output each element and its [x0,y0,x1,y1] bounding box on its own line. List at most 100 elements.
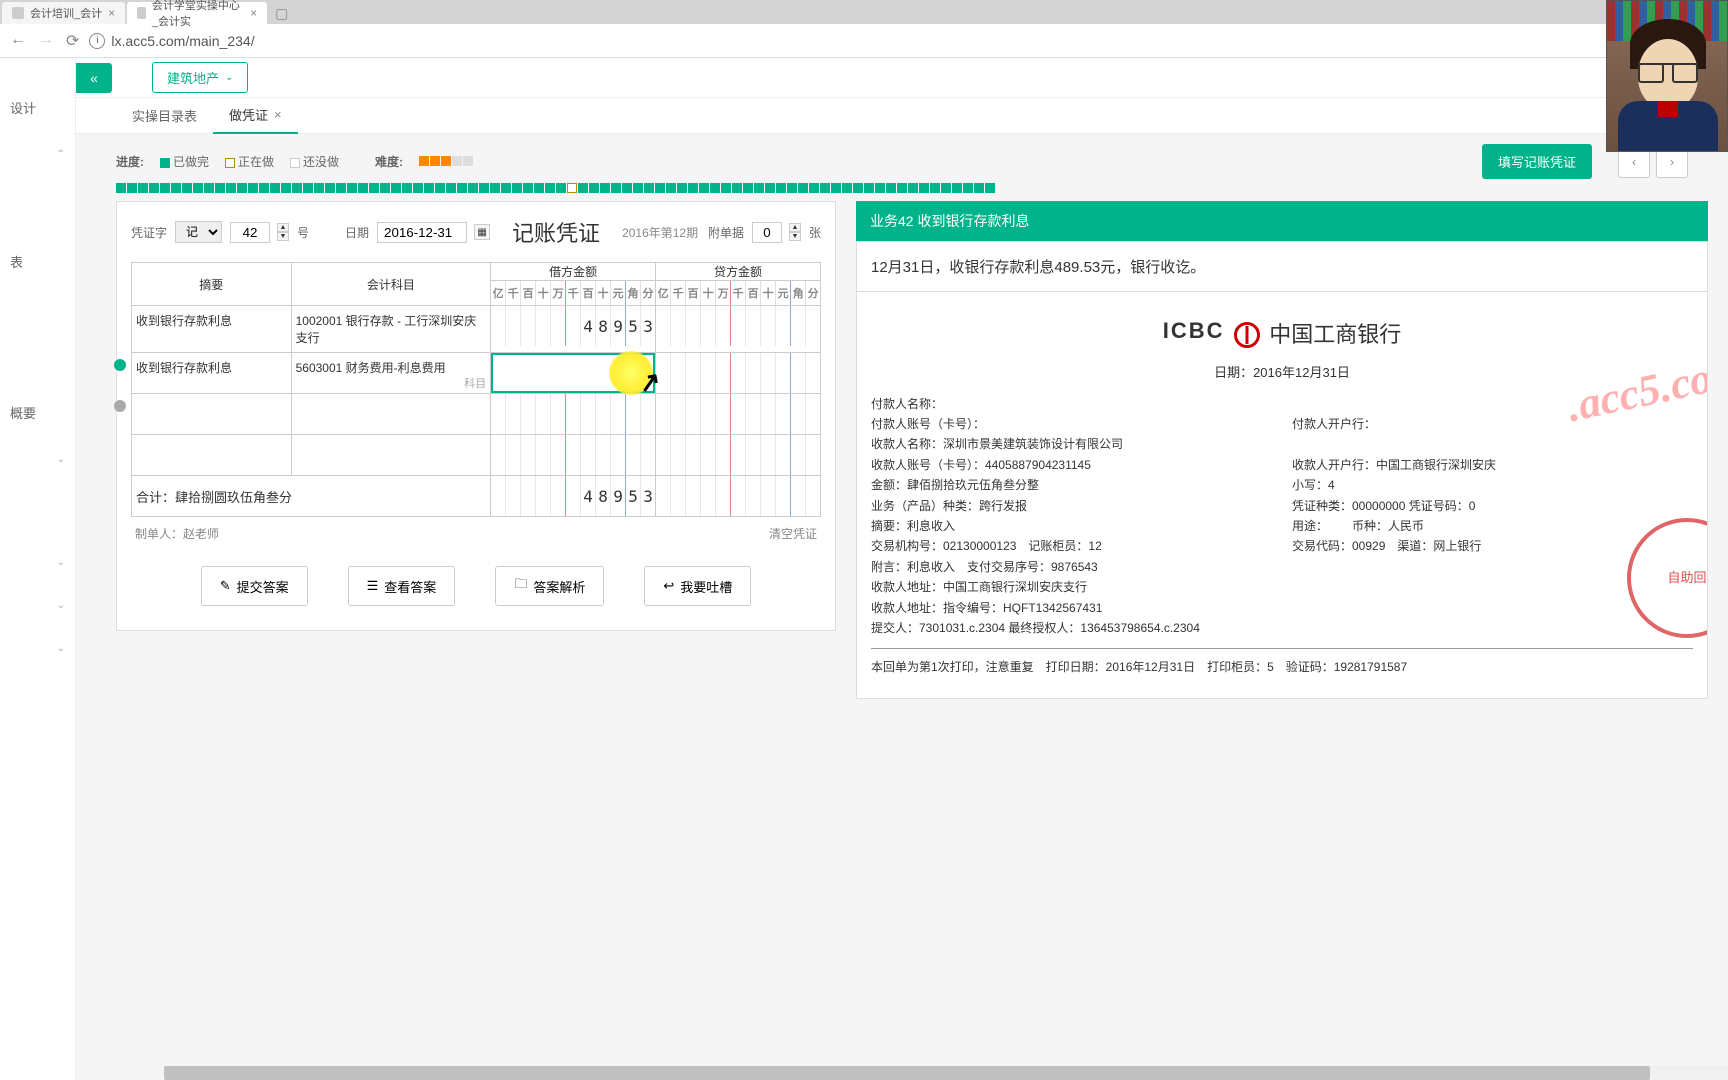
progress-cell[interactable] [754,183,764,193]
progress-cell[interactable] [468,183,478,193]
progress-cell[interactable] [677,183,687,193]
summary-cell[interactable] [132,394,292,435]
credit-cell[interactable] [656,353,821,394]
progress-cell[interactable] [655,183,665,193]
fill-voucher-button[interactable]: 填写记账凭证 [1482,144,1592,179]
progress-cell[interactable] [853,183,863,193]
progress-cell[interactable] [732,183,742,193]
progress-cell[interactable] [831,183,841,193]
progress-cell[interactable] [182,183,192,193]
progress-cell[interactable] [787,183,797,193]
browser-tab-1[interactable]: 会计培训_会计 × [2,2,125,24]
progress-cell[interactable] [710,183,720,193]
sidebar-item[interactable]: ⌄ [0,438,75,481]
progress-cell[interactable] [908,183,918,193]
progress-cell[interactable] [490,183,500,193]
progress-cell[interactable] [479,183,489,193]
account-cell[interactable] [291,435,491,476]
progress-cell[interactable] [501,183,511,193]
sidebar-item[interactable]: ⌄ [0,584,75,627]
summary-cell[interactable] [132,435,292,476]
progress-cell[interactable] [985,183,995,193]
progress-cell[interactable] [776,183,786,193]
progress-cell[interactable] [248,183,258,193]
debit-cell[interactable] [491,394,656,435]
sidebar-item[interactable]: ⌄ [0,627,75,670]
progress-cell[interactable] [138,183,148,193]
progress-cell[interactable] [567,183,577,193]
forward-icon[interactable]: → [38,31,54,51]
sidebar-item[interactable]: 表 [0,236,75,287]
view-answer-button[interactable]: ☰查看答案 [348,566,456,606]
progress-cell[interactable] [919,183,929,193]
credit-cell[interactable] [656,435,821,476]
progress-cell[interactable] [512,183,522,193]
progress-cell[interactable] [413,183,423,193]
progress-cell[interactable] [534,183,544,193]
progress-cell[interactable] [578,183,588,193]
progress-cell[interactable] [765,183,775,193]
progress-cell[interactable] [589,183,599,193]
progress-cell[interactable] [424,183,434,193]
debit-cell[interactable]: ↖ [491,353,656,394]
progress-cell[interactable] [391,183,401,193]
progress-cell[interactable] [314,183,324,193]
account-cell[interactable] [291,394,491,435]
sidebar-item[interactable]: ⌃ [0,133,75,176]
progress-cell[interactable] [402,183,412,193]
num-spinner[interactable]: ▲▼ [277,223,289,241]
progress-cell[interactable] [347,183,357,193]
progress-cell[interactable] [600,183,610,193]
sidebar-item[interactable]: ⌄ [0,541,75,584]
progress-cell[interactable] [875,183,885,193]
progress-cell[interactable] [743,183,753,193]
progress-cell[interactable] [963,183,973,193]
progress-cell[interactable] [633,183,643,193]
progress-cell[interactable] [380,183,390,193]
close-icon[interactable]: × [108,6,115,20]
new-tab-button[interactable]: ▢ [267,3,296,24]
progress-cell[interactable] [160,183,170,193]
voucher-type-select[interactable]: 记 [175,221,222,243]
horizontal-scrollbar[interactable] [164,1066,1728,1080]
explain-button[interactable]: 🗀答案解析 [495,566,604,606]
tab-voucher[interactable]: 做凭证 × [213,97,298,134]
progress-cell[interactable] [666,183,676,193]
progress-cell[interactable] [303,183,313,193]
progress-cell[interactable] [116,183,126,193]
attach-input[interactable] [752,222,782,243]
collapse-sidebar-button[interactable]: « [76,63,112,93]
progress-cell[interactable] [556,183,566,193]
progress-cell[interactable] [611,183,621,193]
calendar-icon[interactable]: ▦ [474,224,490,240]
summary-cell[interactable]: 收到银行存款利息 [132,306,292,353]
voucher-num-input[interactable] [230,222,270,243]
progress-cell[interactable] [336,183,346,193]
progress-cell[interactable] [457,183,467,193]
progress-cell[interactable] [358,183,368,193]
progress-cell[interactable] [886,183,896,193]
progress-cell[interactable] [215,183,225,193]
account-cell[interactable]: 1002001 银行存款 - 工行深圳安庆支行 [291,306,491,353]
back-icon[interactable]: ← [10,31,26,51]
category-select[interactable]: 建筑地产 ⌄ [152,62,248,93]
progress-cell[interactable] [226,183,236,193]
progress-cell[interactable] [809,183,819,193]
summary-cell[interactable]: 收到银行存款利息 [132,353,292,394]
progress-cell[interactable] [259,183,269,193]
progress-cell[interactable] [941,183,951,193]
browser-tab-2[interactable]: 会计学堂实操中心_会计实 × [127,2,267,24]
progress-cell[interactable] [930,183,940,193]
progress-cell[interactable] [369,183,379,193]
progress-cell[interactable] [127,183,137,193]
info-icon[interactable]: i [89,33,105,49]
progress-cell[interactable] [270,183,280,193]
debit-cell[interactable] [491,435,656,476]
reload-icon[interactable]: ⟳ [66,31,79,51]
date-input[interactable] [377,222,467,243]
progress-cell[interactable] [193,183,203,193]
progress-cell[interactable] [798,183,808,193]
progress-cell[interactable] [842,183,852,193]
progress-cell[interactable] [325,183,335,193]
progress-cell[interactable] [237,183,247,193]
